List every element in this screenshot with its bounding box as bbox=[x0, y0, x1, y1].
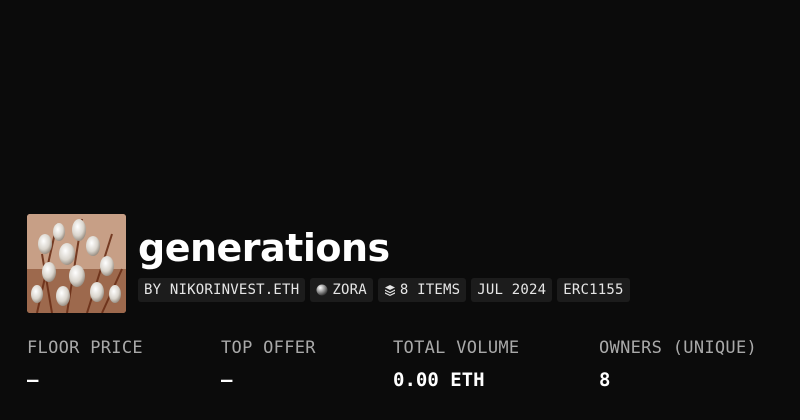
collection-title: generations bbox=[138, 226, 390, 270]
creator-tag[interactable]: BY NIKORINVEST.ETH bbox=[138, 278, 306, 302]
chain-label: ZORA bbox=[332, 282, 367, 298]
top-offer-value: — bbox=[221, 369, 233, 391]
owners-label: OWNERS (UNIQUE) bbox=[599, 338, 758, 358]
collection-tags: BY NIKORINVEST.ETH ZORA 8 ITEMS JUL 2024… bbox=[138, 278, 630, 302]
pussy-willow-photo bbox=[27, 214, 126, 313]
floor-price-label: FLOOR PRICE bbox=[27, 338, 143, 358]
total-volume-label: TOTAL VOLUME bbox=[393, 338, 520, 358]
items-label: 8 ITEMS bbox=[399, 282, 461, 298]
owners-stat: OWNERS (UNIQUE) 8 bbox=[599, 336, 757, 392]
floor-price-stat: FLOOR PRICE — bbox=[27, 336, 143, 392]
creator-label: BY NIKORINVEST.ETH bbox=[144, 282, 300, 298]
date-label: JUL 2024 bbox=[477, 282, 547, 298]
date-tag: JUL 2024 bbox=[471, 278, 553, 302]
zora-orb-icon bbox=[316, 284, 328, 296]
total-volume-stat: TOTAL VOLUME 0.00 ETH bbox=[393, 336, 519, 392]
standard-label: ERC1155 bbox=[563, 282, 624, 298]
standard-tag: ERC1155 bbox=[557, 278, 630, 302]
top-offer-label: TOP OFFER bbox=[221, 338, 316, 358]
owners-value: 8 bbox=[599, 369, 611, 391]
layers-icon bbox=[384, 284, 396, 296]
collection-stats: FLOOR PRICE — TOP OFFER — TOTAL VOLUME 0… bbox=[0, 336, 800, 406]
collection-thumbnail bbox=[27, 214, 126, 313]
items-tag[interactable]: 8 ITEMS bbox=[377, 278, 467, 302]
total-volume-value: 0.00 ETH bbox=[393, 369, 485, 391]
floor-price-value: — bbox=[27, 369, 39, 391]
top-offer-stat: TOP OFFER — bbox=[221, 336, 316, 392]
chain-tag[interactable]: ZORA bbox=[310, 278, 373, 302]
